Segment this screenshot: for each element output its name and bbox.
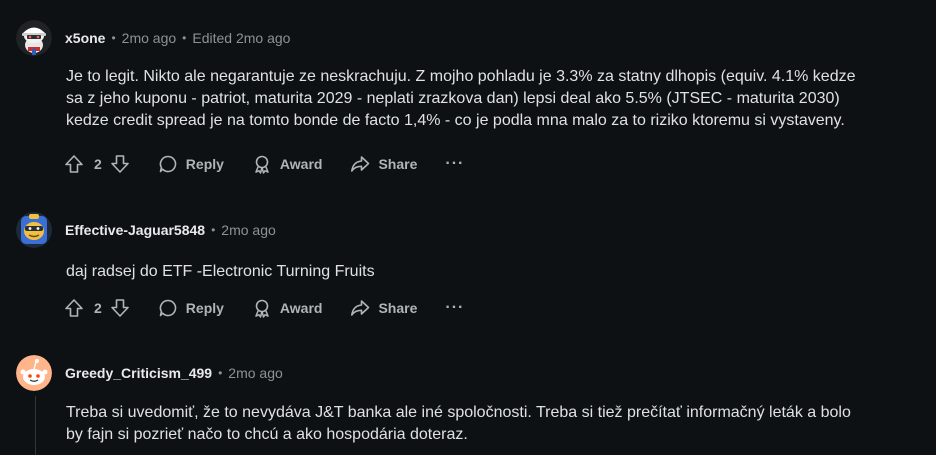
comment-actions: 2 Reply Award Share ··· xyxy=(64,148,464,180)
share-arrow-icon xyxy=(351,300,370,316)
comment-text-line: by fajn si pozrieť načo to chcú a ako ho… xyxy=(66,426,468,443)
comment-body: Treba si uvedomiť, že to nevydáva J&T ba… xyxy=(66,402,922,446)
downvote-arrow-icon xyxy=(110,155,129,173)
comment-header: Effective-Jaguar5848 • 2mo ago xyxy=(16,210,276,250)
vote-count: 2 xyxy=(94,156,102,172)
comment-body: daj radsej do ETF -Electronic Turning Fr… xyxy=(66,261,922,283)
reply-button[interactable]: Reply xyxy=(158,292,224,324)
reply-label: Reply xyxy=(185,300,224,316)
comment-text-line: sa z jeho kuponu - patriot, maturita 202… xyxy=(66,90,840,107)
upvote-button[interactable] xyxy=(64,292,84,324)
snoo-avatar-icon xyxy=(16,355,52,391)
more-options-icon: ··· xyxy=(445,299,465,316)
speech-bubble-icon xyxy=(159,155,177,173)
more-options-button[interactable]: ··· xyxy=(445,292,464,324)
comment-header: x5one • 2mo ago • Edited 2mo ago xyxy=(16,18,290,58)
award-label: Award xyxy=(279,300,323,316)
user-avatar[interactable] xyxy=(16,212,52,248)
comment-text-line: Treba si uvedomiť, že to nevydáva J&T ba… xyxy=(66,404,851,421)
snoo-avatar-icon xyxy=(16,20,52,56)
share-label: Share xyxy=(378,156,418,172)
upvote-arrow-icon xyxy=(65,299,83,317)
downvote-arrow-icon xyxy=(110,299,129,317)
reply-label: Reply xyxy=(185,156,224,172)
upvote-button[interactable] xyxy=(64,148,84,180)
meta-separator: • xyxy=(218,366,223,380)
comment-header: Greedy_Criticism_499 • 2mo ago xyxy=(16,353,283,393)
meta-separator: • xyxy=(111,31,116,45)
comment-text-line: daj radsej do ETF -Electronic Turning Fr… xyxy=(66,263,375,280)
speech-bubble-icon xyxy=(159,299,177,317)
share-button[interactable]: Share xyxy=(350,292,417,324)
edited-label: Edited 2mo ago xyxy=(192,30,291,46)
comment-timestamp[interactable]: 2mo ago xyxy=(122,30,176,46)
user-avatar[interactable] xyxy=(16,20,52,56)
comment-author[interactable]: Greedy_Criticism_499 xyxy=(65,365,212,381)
more-options-button[interactable]: ··· xyxy=(445,148,464,180)
more-options-icon: ··· xyxy=(445,155,465,172)
downvote-button[interactable] xyxy=(110,292,130,324)
comment-author[interactable]: Effective-Jaguar5848 xyxy=(65,222,205,238)
downvote-button[interactable] xyxy=(110,148,130,180)
upvote-arrow-icon xyxy=(65,155,83,173)
thread-line[interactable] xyxy=(35,396,36,455)
comment-text-line: Je to legit. Nikto ale negarantuje ze ne… xyxy=(66,68,856,85)
meta-separator: • xyxy=(182,31,187,45)
share-button[interactable]: Share xyxy=(350,148,417,180)
vote-count: 2 xyxy=(94,300,102,316)
award-ribbon-icon xyxy=(255,155,269,174)
award-button[interactable]: Award xyxy=(252,148,323,180)
comment-timestamp[interactable]: 2mo ago xyxy=(221,222,275,238)
reply-button[interactable]: Reply xyxy=(158,148,224,180)
comment-author[interactable]: x5one xyxy=(65,30,105,46)
share-label: Share xyxy=(378,300,418,316)
comment-timestamp[interactable]: 2mo ago xyxy=(228,365,282,381)
user-avatar[interactable] xyxy=(16,355,52,391)
comment-thread: x5one • 2mo ago • Edited 2mo ago Je to l… xyxy=(0,0,936,455)
share-arrow-icon xyxy=(351,156,370,172)
award-label: Award xyxy=(279,156,323,172)
comment-actions: 2 Reply Award Share ··· xyxy=(64,292,464,324)
comment-body: Je to legit. Nikto ale negarantuje ze ne… xyxy=(66,66,922,132)
snoo-avatar-icon xyxy=(16,212,52,248)
award-ribbon-icon xyxy=(255,299,269,318)
comment-text-line: kedze credit spread je na tomto bonde de… xyxy=(66,112,845,129)
award-button[interactable]: Award xyxy=(252,292,323,324)
meta-separator: • xyxy=(211,223,216,237)
